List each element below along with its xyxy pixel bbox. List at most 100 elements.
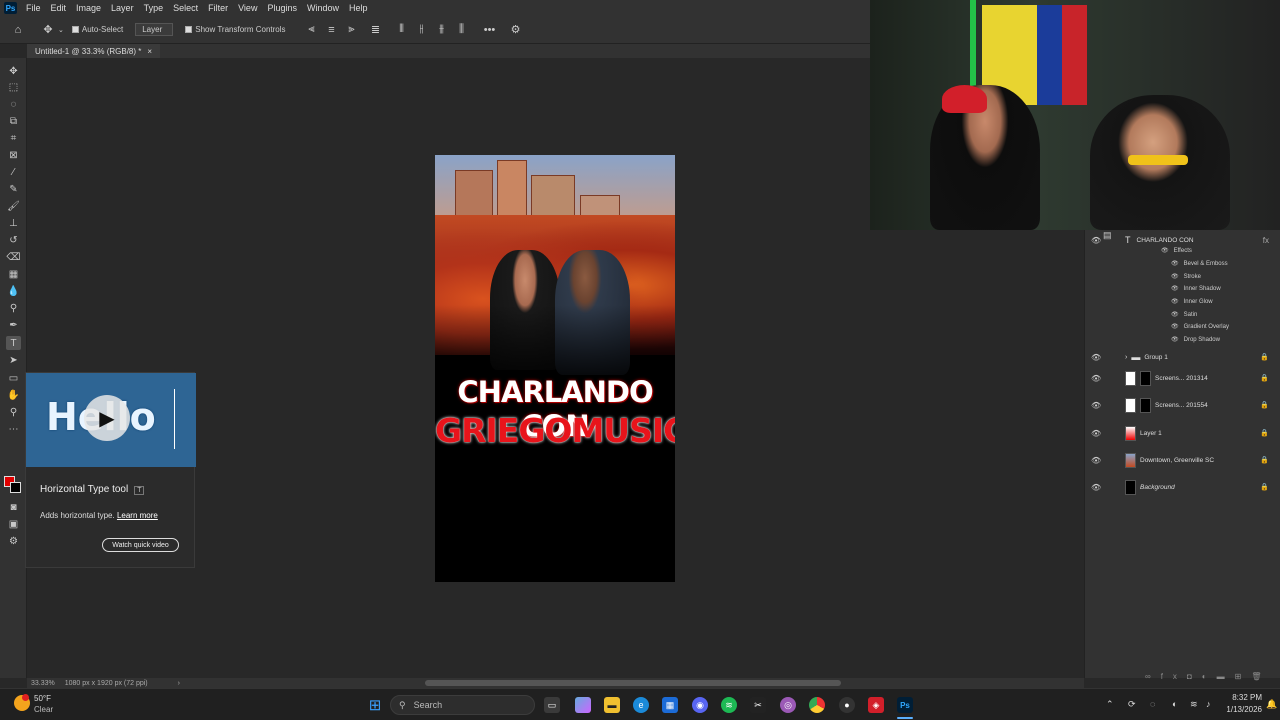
effect-row[interactable]: 👁 Bevel & Emboss (1171, 260, 1228, 268)
align-top-icon[interactable]: ≣ (368, 22, 384, 38)
trash-icon[interactable]: 🗑 (1251, 672, 1271, 681)
visibility-eye-icon[interactable]: 👁 (1171, 273, 1179, 280)
menu-window[interactable]: Window (302, 3, 344, 13)
distribute-center-icon[interactable]: ⫲ (414, 22, 430, 38)
new-layer-icon[interactable]: ⊞ (1235, 672, 1252, 681)
lock-icon[interactable]: 🔒 (1260, 456, 1269, 464)
layer-row[interactable]: 👁 Downtown, Greenville SC 🔒 (1091, 450, 1275, 470)
notifications-icon[interactable]: 🔔 (1266, 699, 1277, 710)
layer-row-active[interactable]: 👁 T CHARLANDO CON fx (1091, 230, 1275, 250)
effect-row[interactable]: 👁 Drop Shadow (1171, 336, 1220, 344)
brush-tool-icon[interactable]: 🖌 (6, 199, 21, 213)
menu-filter[interactable]: Filter (203, 3, 233, 13)
gradient-tool-icon[interactable]: ▦ (6, 267, 21, 281)
menu-help[interactable]: Help (344, 3, 373, 13)
visibility-eye-icon[interactable]: 👁 (1171, 336, 1179, 343)
task-view-icon[interactable]: ▭ (544, 697, 560, 713)
lock-icon[interactable]: 🔒 (1260, 483, 1269, 491)
clock-time[interactable]: 8:32 PM (1222, 693, 1262, 702)
menu-select[interactable]: Select (168, 3, 203, 13)
visibility-eye-icon[interactable]: 👁 (1091, 353, 1101, 362)
menu-layer[interactable]: Layer (106, 3, 139, 13)
zoom-level[interactable]: 33.33% (31, 680, 55, 687)
tray-icon[interactable]: ◐ (1172, 699, 1177, 709)
effect-row[interactable]: 👁 Gradient Overlay (1171, 323, 1229, 331)
windows-start-icon[interactable]: ⊞ (367, 697, 383, 714)
edit-toolbar-icon[interactable]: ⋯ (6, 422, 21, 436)
visibility-eye-icon[interactable]: 👁 (1091, 374, 1101, 383)
quick-mask-icon[interactable]: ◙ (6, 500, 21, 514)
align-left-icon[interactable]: ⫷ (304, 22, 320, 38)
auto-select-checkbox[interactable] (71, 26, 79, 33)
adjustment-icon[interactable]: ◐ (1202, 672, 1217, 681)
store-icon[interactable]: ▦ (662, 697, 678, 713)
visibility-eye-icon[interactable]: 👁 (1171, 311, 1179, 318)
align-right-icon[interactable]: ⫸ (344, 22, 360, 38)
pen-tool-icon[interactable]: ✒ (6, 318, 21, 332)
visibility-eye-icon[interactable]: 👁 (1171, 298, 1179, 305)
effect-row[interactable]: 👁 Satin (1171, 311, 1197, 319)
document-canvas[interactable]: CHARLANDO CON GRIEGOMUSIC (435, 155, 675, 582)
hand-tool-icon[interactable]: ✋ (6, 388, 21, 402)
file-explorer-icon[interactable]: ▬ (604, 697, 620, 713)
align-center-icon[interactable]: ≡ (324, 22, 340, 38)
zoom-tool-icon[interactable]: ⚲ (6, 405, 21, 419)
lock-icon[interactable]: 🔒 (1260, 353, 1269, 361)
weather-desc[interactable]: Clear (34, 705, 53, 714)
distribute-right-icon[interactable]: ⫵ (434, 22, 450, 38)
healing-brush-icon[interactable]: ✎ (6, 182, 21, 196)
frame-tool-icon[interactable]: ⊠ (6, 148, 21, 162)
distribute-extra-icon[interactable]: ⫼ (454, 22, 470, 38)
visibility-eye-icon[interactable]: 👁 (1091, 429, 1101, 438)
visibility-eye-icon[interactable]: 👁 (1091, 456, 1101, 465)
chevron-right-icon[interactable]: › (1125, 354, 1127, 361)
type-tool-icon[interactable]: T (6, 336, 21, 350)
marquee-tool-icon[interactable]: ⬚ (6, 80, 21, 94)
background-color-swatch[interactable] (10, 482, 21, 493)
lock-icon[interactable]: 🔒 (1260, 401, 1269, 409)
weather-temp[interactable]: 50°F (34, 694, 51, 703)
gear-icon[interactable]: ⚙ (508, 22, 524, 38)
fx-icon[interactable]: fx (1161, 672, 1187, 681)
layer-row[interactable]: 👁 Background 🔒 (1091, 477, 1275, 497)
history-brush-icon[interactable]: ↺ (6, 233, 21, 247)
more-options-icon[interactable]: ••• (482, 22, 498, 38)
chevron-up-icon[interactable]: ⌃ (1106, 699, 1114, 710)
learn-more-link[interactable]: Learn more (117, 511, 158, 520)
blur-tool-icon[interactable]: 💧 (6, 284, 21, 298)
visibility-eye-icon[interactable]: 👁 (1161, 247, 1169, 254)
menu-file[interactable]: File (21, 3, 46, 13)
effects-group[interactable]: 👁 Effects (1161, 247, 1192, 255)
screen-mode-icon[interactable]: ▣ (6, 517, 21, 531)
menu-type[interactable]: Type (139, 3, 169, 13)
object-select-icon[interactable]: ⧉ (6, 114, 21, 128)
clock-date[interactable]: 1/13/2026 (1222, 705, 1262, 714)
transform-controls-checkbox[interactable] (185, 26, 193, 33)
chevron-down-icon[interactable]: ⌄ (58, 26, 64, 34)
document-tab[interactable]: Untitled-1 @ 33.3% (RGB/8) * × (27, 44, 161, 58)
app-icon[interactable]: ◎ (780, 697, 796, 713)
menu-plugins[interactable]: Plugins (262, 3, 302, 13)
visibility-eye-icon[interactable]: 👁 (1171, 260, 1179, 267)
capcut-icon[interactable]: ✂ (750, 697, 766, 713)
taskbar-search[interactable]: ⚲ Search (390, 695, 535, 715)
layer-row[interactable]: 👁 Layer 1 🔒 (1091, 423, 1275, 443)
eraser-tool-icon[interactable]: ⌫ (6, 250, 21, 264)
tooltip-video-preview[interactable]: Hello ▶ (26, 373, 196, 467)
folder-icon[interactable]: ▬ (1217, 672, 1235, 681)
horizontal-scrollbar[interactable] (425, 680, 841, 686)
menu-image[interactable]: Image (71, 3, 106, 13)
lock-icon[interactable]: 🔒 (1260, 374, 1269, 382)
copilot-icon[interactable] (575, 697, 591, 713)
document-info[interactable]: 1080 px x 1920 px (72 ppi) (65, 680, 148, 687)
app-icon[interactable]: ● (839, 697, 855, 713)
stamp-tool-icon[interactable]: ⊥ (6, 216, 21, 230)
visibility-eye-icon[interactable]: 👁 (1091, 236, 1101, 245)
effect-row[interactable]: 👁 Inner Glow (1171, 298, 1213, 306)
volume-icon[interactable]: ♪ (1206, 699, 1211, 709)
tray-icon[interactable]: ⟳ (1128, 699, 1136, 710)
visibility-eye-icon[interactable]: 👁 (1171, 323, 1179, 330)
lock-icon[interactable]: 🔒 (1260, 429, 1269, 437)
close-icon[interactable]: × (147, 47, 152, 56)
path-select-icon[interactable]: ➤ (6, 353, 21, 367)
